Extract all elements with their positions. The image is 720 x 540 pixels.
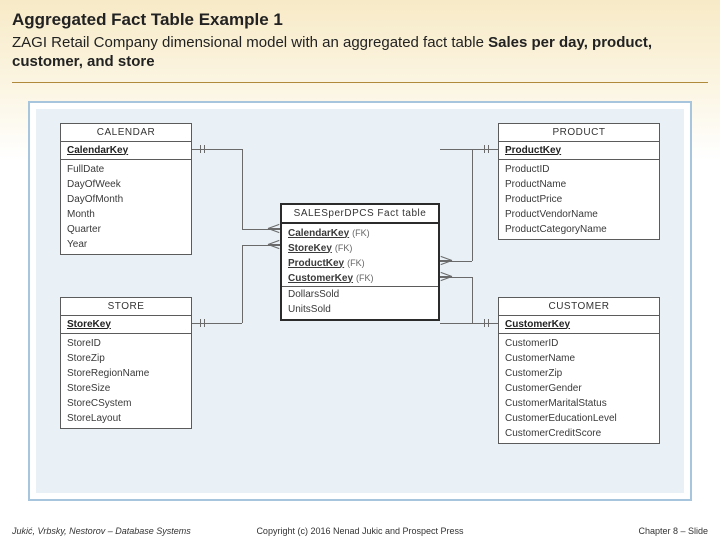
footer-right: Chapter 8 – Slide <box>476 526 708 536</box>
entity-store: STORE StoreKey StoreID StoreZip StoreReg… <box>60 297 192 429</box>
fact-key: StoreKey(FK) <box>282 241 438 256</box>
entity-customer: CUSTOMER CustomerKey CustomerID Customer… <box>498 297 660 444</box>
store-attr: StoreSize <box>61 381 191 396</box>
calendar-attr: DayOfWeek <box>61 177 191 192</box>
entity-calendar-key: CalendarKey <box>61 141 191 160</box>
calendar-attr: DayOfMonth <box>61 192 191 207</box>
calendar-attr: Quarter <box>61 222 191 237</box>
calendar-attr: Year <box>61 237 191 252</box>
slide-subtitle: ZAGI Retail Company dimensional model wi… <box>12 34 708 72</box>
entity-store-header: STORE <box>61 298 191 315</box>
product-attr: ProductVendorName <box>499 207 659 222</box>
store-attr: StoreRegionName <box>61 366 191 381</box>
connector <box>242 245 243 323</box>
entity-calendar-header: CALENDAR <box>61 124 191 141</box>
title-rule <box>12 82 708 83</box>
customer-attr: CustomerMaritalStatus <box>499 396 659 411</box>
entity-customer-key: CustomerKey <box>499 315 659 334</box>
entity-product: PRODUCT ProductKey ProductID ProductName… <box>498 123 660 240</box>
crows-foot <box>440 272 452 282</box>
fact-measure: DollarsSold <box>282 286 438 302</box>
product-attr: ProductID <box>499 162 659 177</box>
entity-fact-header: SALESperDPCS Fact table <box>282 205 438 224</box>
fact-key: CalendarKey(FK) <box>282 226 438 241</box>
calendar-attr: FullDate <box>61 162 191 177</box>
cardinality-tick <box>488 319 489 327</box>
fact-key: ProductKey(FK) <box>282 256 438 271</box>
product-attr: ProductPrice <box>499 192 659 207</box>
connector <box>440 323 498 324</box>
entity-product-header: PRODUCT <box>499 124 659 141</box>
subtitle-plain: ZAGI Retail Company dimensional model wi… <box>12 34 488 51</box>
diagram: CALENDAR CalendarKey FullDate DayOfWeek … <box>28 101 692 501</box>
crows-foot <box>268 240 280 250</box>
store-attr: StoreID <box>61 336 191 351</box>
entity-customer-header: CUSTOMER <box>499 298 659 315</box>
store-attr: StoreZip <box>61 351 191 366</box>
cardinality-tick <box>488 145 489 153</box>
footer-center: Copyright (c) 2016 Nenad Jukic and Prosp… <box>244 526 476 536</box>
entity-product-key: ProductKey <box>499 141 659 160</box>
customer-attr: CustomerZip <box>499 366 659 381</box>
footer: Jukić, Vrbsky, Nestorov – Database Syste… <box>0 526 720 536</box>
store-attr: StoreLayout <box>61 411 191 426</box>
footer-left: Jukić, Vrbsky, Nestorov – Database Syste… <box>12 526 244 536</box>
product-attr: ProductName <box>499 177 659 192</box>
customer-attr: CustomerName <box>499 351 659 366</box>
slide-title: Aggregated Fact Table Example 1 <box>12 10 708 30</box>
entity-store-key: StoreKey <box>61 315 191 334</box>
store-attr: StoreCSystem <box>61 396 191 411</box>
calendar-attr: Month <box>61 207 191 222</box>
cardinality-tick <box>204 319 205 327</box>
customer-attr: CustomerCreditScore <box>499 426 659 441</box>
fact-key: CustomerKey(FK) <box>282 271 438 286</box>
crows-foot <box>440 256 452 266</box>
customer-attr: CustomerID <box>499 336 659 351</box>
connector <box>242 149 243 229</box>
fact-measure: UnitsSold <box>282 302 438 317</box>
customer-attr: CustomerGender <box>499 381 659 396</box>
cardinality-tick <box>484 145 485 153</box>
connector <box>472 277 473 323</box>
cardinality-tick <box>204 145 205 153</box>
cardinality-tick <box>200 145 201 153</box>
entity-fact: SALESperDPCS Fact table CalendarKey(FK) … <box>280 203 440 321</box>
connector <box>440 149 498 150</box>
customer-attr: CustomerEducationLevel <box>499 411 659 426</box>
product-attr: ProductCategoryName <box>499 222 659 237</box>
connector <box>472 149 473 261</box>
crows-foot <box>268 224 280 234</box>
cardinality-tick <box>484 319 485 327</box>
cardinality-tick <box>200 319 201 327</box>
entity-calendar: CALENDAR CalendarKey FullDate DayOfWeek … <box>60 123 192 255</box>
